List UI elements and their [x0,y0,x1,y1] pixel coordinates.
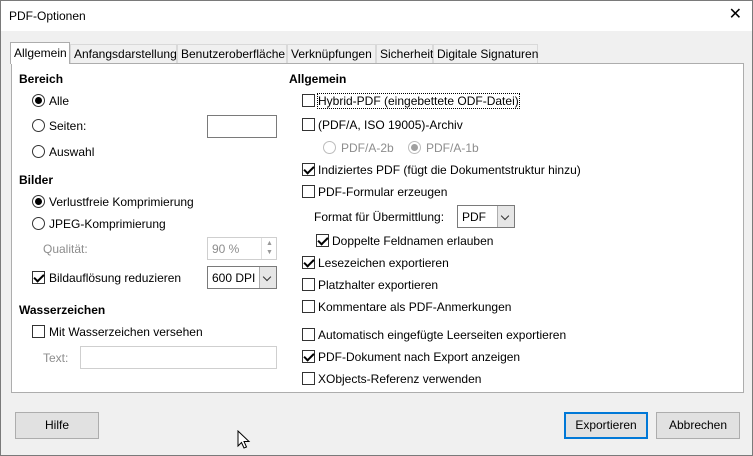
xobjects-label: XObjects-Referenz verwenden [318,372,482,386]
seiten-input[interactable] [207,115,277,138]
bilder-heading: Bilder [19,173,54,187]
aufloesung-checkbox[interactable] [32,271,45,284]
close-icon[interactable]: ✕ [729,6,742,24]
anzeigen-checkbox[interactable] [302,350,315,363]
seiten-radio[interactable] [32,119,45,132]
seiten-label: Seiten: [49,119,87,133]
archiv-label: (PDF/A, ISO 19005)-Archiv [318,118,463,132]
platzhalter-label: Platzhalter exportieren [318,278,439,292]
mouse-pointer-icon [237,430,251,449]
qualitaet-label: Qualität: [43,242,88,256]
indiziert-checkbox[interactable] [302,163,315,176]
chevron-down-icon[interactable] [259,267,276,288]
kommentare-label: Kommentare als PDF-Anmerkungen [318,300,512,314]
indiziert-label: Indiziertes PDF (fügt die Dokumentstrukt… [318,163,581,177]
xobjects-checkbox[interactable] [302,372,315,385]
format-label: Format für Übermittlung: [314,210,445,224]
text-label: Text: [43,351,69,365]
platzhalter-checkbox[interactable] [302,278,315,291]
verlustfrei-radio[interactable] [32,195,45,208]
wasserzeichen-heading: Wasserzeichen [19,303,106,317]
qualitaet-spinner: 90 % ▲ ▼ [207,237,277,260]
kommentare-checkbox[interactable] [302,300,315,313]
spin-arrows-icon: ▲ ▼ [261,238,276,259]
lesezeichen-checkbox[interactable] [302,256,315,269]
title-bar: PDF-Optionen ✕ [0,0,753,31]
alle-label: Alle [49,94,70,108]
dialog-body: Allgemein Anfangsdarstellung Benutzerobe… [0,31,753,456]
tab-allgemein[interactable]: Allgemein [10,42,70,64]
lesezeichen-label: Lesezeichen exportieren [318,256,449,270]
hybrid-checkbox[interactable] [302,94,315,107]
archiv-checkbox[interactable] [302,118,315,131]
alle-radio[interactable] [32,94,45,107]
doppelte-label: Doppelte Feldnamen erlauben [332,234,494,248]
leerseiten-label: Automatisch eingefügte Leerseiten export… [318,328,567,342]
dpi-combo[interactable]: 600 DPI [207,266,277,289]
chevron-down-icon[interactable] [497,206,514,227]
hybrid-label: Hybrid-PDF (eingebettete ODF-Datei) [317,93,520,109]
auswahl-radio[interactable] [32,145,45,158]
aufloesung-label: Bildauflösung reduzieren [49,271,182,285]
tab-verknuepfungen[interactable]: Verknüpfungen [287,44,376,63]
format-combo[interactable]: PDF [457,205,515,228]
hilfe-button[interactable]: Hilfe [15,412,99,439]
jpeg-radio[interactable] [32,217,45,230]
tab-sicherheit[interactable]: Sicherheit [376,44,433,63]
wasserzeichen-label: Mit Wasserzeichen versehen [49,325,203,339]
wasserzeichen-checkbox[interactable] [32,325,45,338]
leerseiten-checkbox[interactable] [302,328,315,341]
tab-benutzeroberflaeche[interactable]: Benutzeroberfläche [177,44,287,63]
jpeg-label: JPEG-Komprimierung [49,217,166,231]
doppelte-checkbox[interactable] [316,234,329,247]
pdfa1b-label: PDF/A-1b [426,141,479,155]
pdfa1b-radio [408,141,421,154]
allgemein-heading: Allgemein [289,72,347,86]
pdfa2b-radio [323,141,336,154]
qualitaet-value: 90 % [212,242,240,256]
formular-checkbox[interactable] [302,185,315,198]
wasserzeichen-text-input [80,346,277,369]
tab-panel-allgemein: Bereich Alle Seiten: Auswahl Bilder Verl… [11,63,744,393]
window-title: PDF-Optionen [9,9,86,23]
formular-label: PDF-Formular erzeugen [318,185,448,199]
exportieren-button[interactable]: Exportieren [564,412,648,439]
format-value: PDF [462,210,486,224]
anzeigen-label: PDF-Dokument nach Export anzeigen [318,350,521,364]
tab-anfangsdarstellung[interactable]: Anfangsdarstellung [70,44,177,63]
abbrechen-button[interactable]: Abbrechen [656,412,740,439]
dpi-value: 600 DPI [212,271,256,285]
tab-digitale-signaturen[interactable]: Digitale Signaturen [433,44,538,63]
verlustfrei-label: Verlustfreie Komprimierung [49,195,194,209]
pdfa2b-label: PDF/A-2b [341,141,394,155]
bereich-heading: Bereich [19,72,64,86]
auswahl-label: Auswahl [49,145,95,159]
